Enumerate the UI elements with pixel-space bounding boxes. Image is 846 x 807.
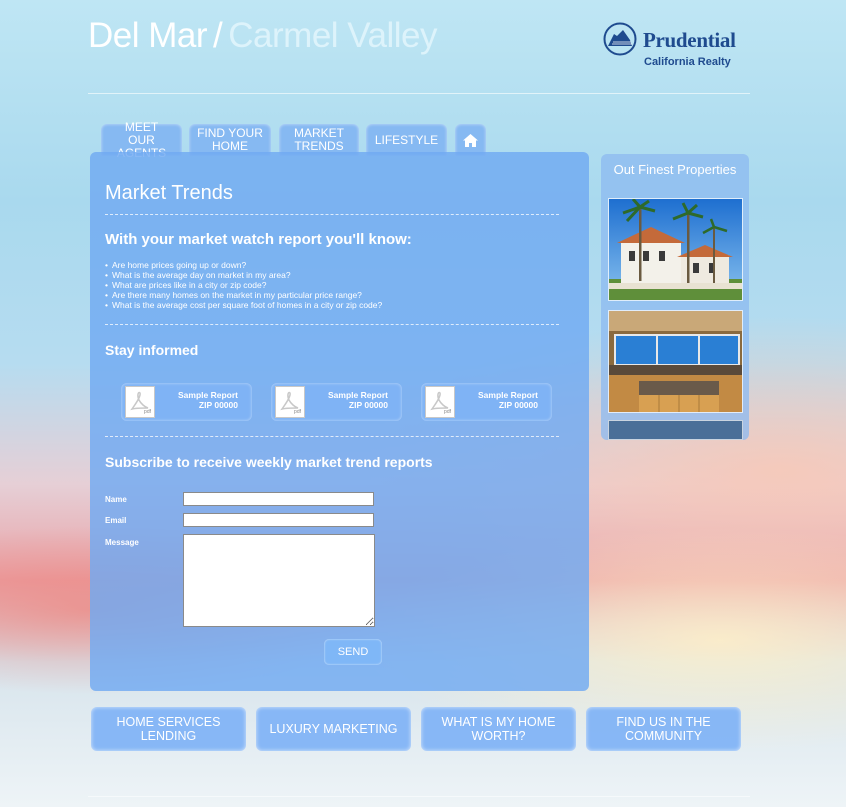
header-divider [88,93,750,94]
property-photo [609,199,742,300]
report-title: Sample Report [328,390,388,400]
tab-label: LIFESTYLE [374,132,439,147]
site-title: Del Mar / Carmel Valley [88,16,438,56]
pdf-badge: pdf [144,409,151,415]
page-title: Market Trends [105,182,233,204]
stay-informed-heading: Stay informed [105,342,199,358]
report-label: Sample Report ZIP 00000 [178,390,238,410]
site-title-secondary: Carmel Valley [228,16,438,55]
message-field[interactable] [183,534,375,627]
property-thumbnail-partial[interactable] [608,420,743,440]
list-item: Are home prices going up or down? [105,260,382,270]
subscribe-heading: Subscribe to receive weekly market trend… [105,454,433,470]
section-divider [105,436,559,437]
sample-report-link[interactable]: pdf Sample Report ZIP 00000 [271,383,402,421]
footer-divider [88,796,750,797]
market-watch-heading: With your market watch report you'll kno… [105,231,412,248]
section-divider [105,214,559,215]
sidebar-title: Out Finest Properties [613,162,737,177]
pdf-icon: pdf [425,386,455,418]
home-services-lending-button[interactable]: HOME SERVICES LENDING [91,707,246,751]
logo-subtitle: California Realty [644,56,731,68]
tab-label: MARKET TRENDS [293,126,344,153]
report-title: Sample Report [178,390,238,400]
list-item: What are prices like in a city or zip co… [105,280,382,290]
message-label: Message [105,538,139,547]
button-label: LUXURY MARKETING [269,722,398,736]
rock-of-gibraltar-icon [603,22,637,56]
name-field[interactable] [183,492,374,506]
pdf-icon: pdf [125,386,155,418]
list-item: What is the average cost per square foot… [105,300,382,310]
pdf-badge: pdf [294,409,301,415]
report-zip: ZIP 00000 [198,400,238,410]
tab-label: FIND YOUR HOME [197,126,263,153]
list-item: What is the average day on market in my … [105,270,382,280]
home-worth-button[interactable]: WHAT IS MY HOME WORTH? [421,707,576,751]
home-icon [463,133,478,147]
report-zip: ZIP 00000 [498,400,538,410]
button-label: WHAT IS MY HOME WORTH? [441,715,556,743]
property-thumbnail-villa[interactable] [608,198,743,301]
pdf-icon: pdf [275,386,305,418]
name-label: Name [105,495,127,504]
property-photo [609,311,742,412]
report-zip: ZIP 00000 [348,400,388,410]
site-title-separator: / [213,16,223,55]
send-button[interactable]: SEND [324,639,382,665]
button-label: HOME SERVICES LENDING [116,715,221,743]
email-label: Email [105,516,127,525]
site-title-primary: Del Mar [88,16,208,55]
section-divider [105,324,559,325]
prudential-logo[interactable]: Prudential California Realty [603,22,753,72]
luxury-marketing-button[interactable]: LUXURY MARKETING [256,707,411,751]
property-thumbnail-kitchen[interactable] [608,310,743,413]
pdf-badge: pdf [444,409,451,415]
report-label: Sample Report ZIP 00000 [478,390,538,410]
email-field[interactable] [183,513,374,527]
market-trends-panel: Market Trends With your market watch rep… [90,152,589,691]
market-watch-list: Are home prices going up or down? What i… [105,260,382,310]
report-title: Sample Report [478,390,538,400]
finest-properties-panel: Out Finest Properties [601,154,749,440]
sample-report-link[interactable]: pdf Sample Report ZIP 00000 [121,383,252,421]
list-item: Are there many homes on the market in my… [105,290,382,300]
sample-report-link[interactable]: pdf Sample Report ZIP 00000 [421,383,552,421]
logo-name: Prudential [643,28,736,52]
button-label: FIND US IN THE COMMUNITY [616,715,711,743]
find-us-community-button[interactable]: FIND US IN THE COMMUNITY [586,707,741,751]
report-label: Sample Report ZIP 00000 [328,390,388,410]
